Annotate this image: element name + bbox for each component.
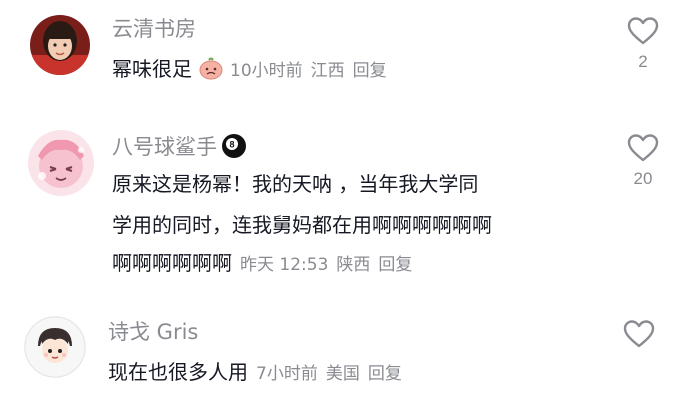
comment-item: 云清书房 幂味很足 10小时前 江西 回复 2	[0, 0, 690, 100]
comment-text: 现在也很多人用	[108, 360, 248, 384]
comment-meta: 昨天 12:53 陕西 回复	[240, 255, 420, 275]
cartoon-boy-avatar-icon	[24, 316, 86, 378]
pink-cartoon-avatar-icon	[28, 130, 94, 196]
like-count: 20	[633, 169, 653, 188]
heart-outline-icon	[627, 17, 659, 45]
user-avatar[interactable]	[28, 130, 94, 196]
comment-location: 陕西	[336, 255, 371, 275]
svg-text:8: 8	[229, 140, 234, 150]
like-count: 2	[638, 52, 648, 71]
eight-ball-icon: 8	[222, 134, 246, 158]
comment-line: 学用的同时，连我舅妈都在用啊啊啊啊啊啊	[112, 213, 492, 237]
comment-body: 幂味很足 10小时前 江西 回复	[112, 53, 395, 87]
comment-body: 啊啊啊啊啊啊 昨天 12:53 陕西 回复	[112, 247, 420, 281]
username[interactable]: 云清书房	[112, 19, 196, 40]
reply-button[interactable]: 回复	[353, 61, 387, 81]
like-button[interactable]: 2	[620, 16, 666, 72]
comment-time: 10小时前	[230, 61, 303, 81]
comment-location: 江西	[310, 61, 345, 81]
username[interactable]: 八号球鲨手 8	[112, 133, 247, 159]
like-button[interactable]	[616, 319, 662, 355]
comment-meta: 7小时前 美国 回复	[256, 364, 410, 384]
like-button[interactable]: 20	[620, 133, 666, 189]
comment-location: 美国	[325, 364, 360, 384]
heart-outline-icon	[627, 134, 659, 162]
comment-time: 7小时前	[256, 364, 318, 384]
heart-outline-icon	[623, 320, 655, 348]
user-avatar[interactable]	[30, 15, 90, 75]
comment-meta: 10小时前 江西 回复	[230, 61, 395, 81]
reply-button[interactable]: 回复	[368, 364, 402, 384]
girl-photo-avatar-icon	[30, 15, 90, 75]
peach-sticker-icon	[199, 57, 223, 80]
comment-item: 八号球鲨手 8 原来这是杨幂！我的天呐 ，当年我大学同 学用的同时，连我舅妈都在…	[0, 120, 690, 290]
username[interactable]: 诗戈 Gris	[108, 322, 198, 343]
comment-line: 原来这是杨幂！我的天呐 ，当年我大学同	[112, 172, 479, 196]
reply-button[interactable]: 回复	[378, 255, 412, 275]
comment-body: 现在也很多人用 7小时前 美国 回复	[108, 356, 410, 390]
user-avatar[interactable]	[24, 316, 86, 378]
comment-line: 啊啊啊啊啊啊	[112, 251, 232, 275]
comment-time: 昨天 12:53	[240, 255, 329, 275]
username-text: 八号球鲨手	[112, 135, 217, 159]
comment-text: 幂味很足	[112, 57, 192, 81]
comment-item: 诗戈 Gris 现在也很多人用 7小时前 美国 回复	[0, 305, 690, 415]
